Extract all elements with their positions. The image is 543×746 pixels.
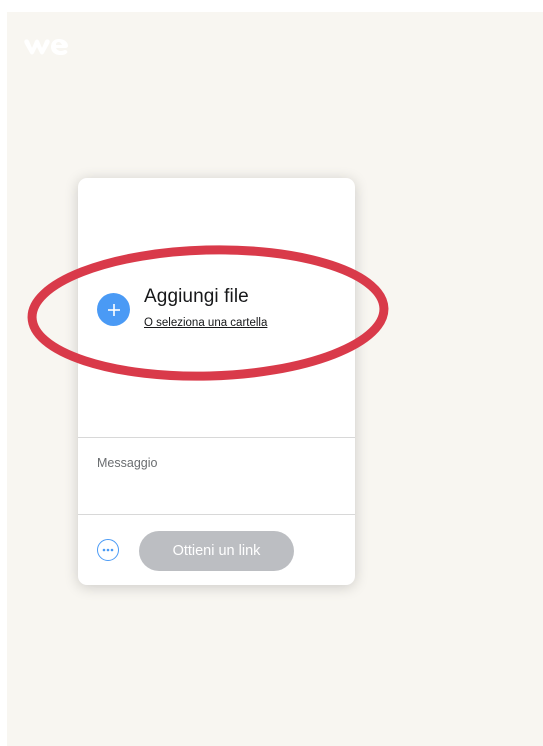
transfer-card: Aggiungi file O seleziona una cartella O… [78,178,355,585]
divider [78,514,355,515]
get-link-button[interactable]: Ottieni un link [139,531,294,571]
plus-icon [107,303,120,316]
message-field[interactable] [78,438,355,514]
add-files-button[interactable] [97,293,130,326]
select-folder-link[interactable]: O seleziona una cartella [144,317,267,329]
add-files-label[interactable]: Aggiungi file [144,286,249,308]
more-options-button[interactable] [97,539,119,561]
upload-area[interactable]: Aggiungi file O seleziona una cartella [78,178,355,437]
ellipsis-icon [102,548,114,552]
wetransfer-logo-icon[interactable] [23,36,69,56]
